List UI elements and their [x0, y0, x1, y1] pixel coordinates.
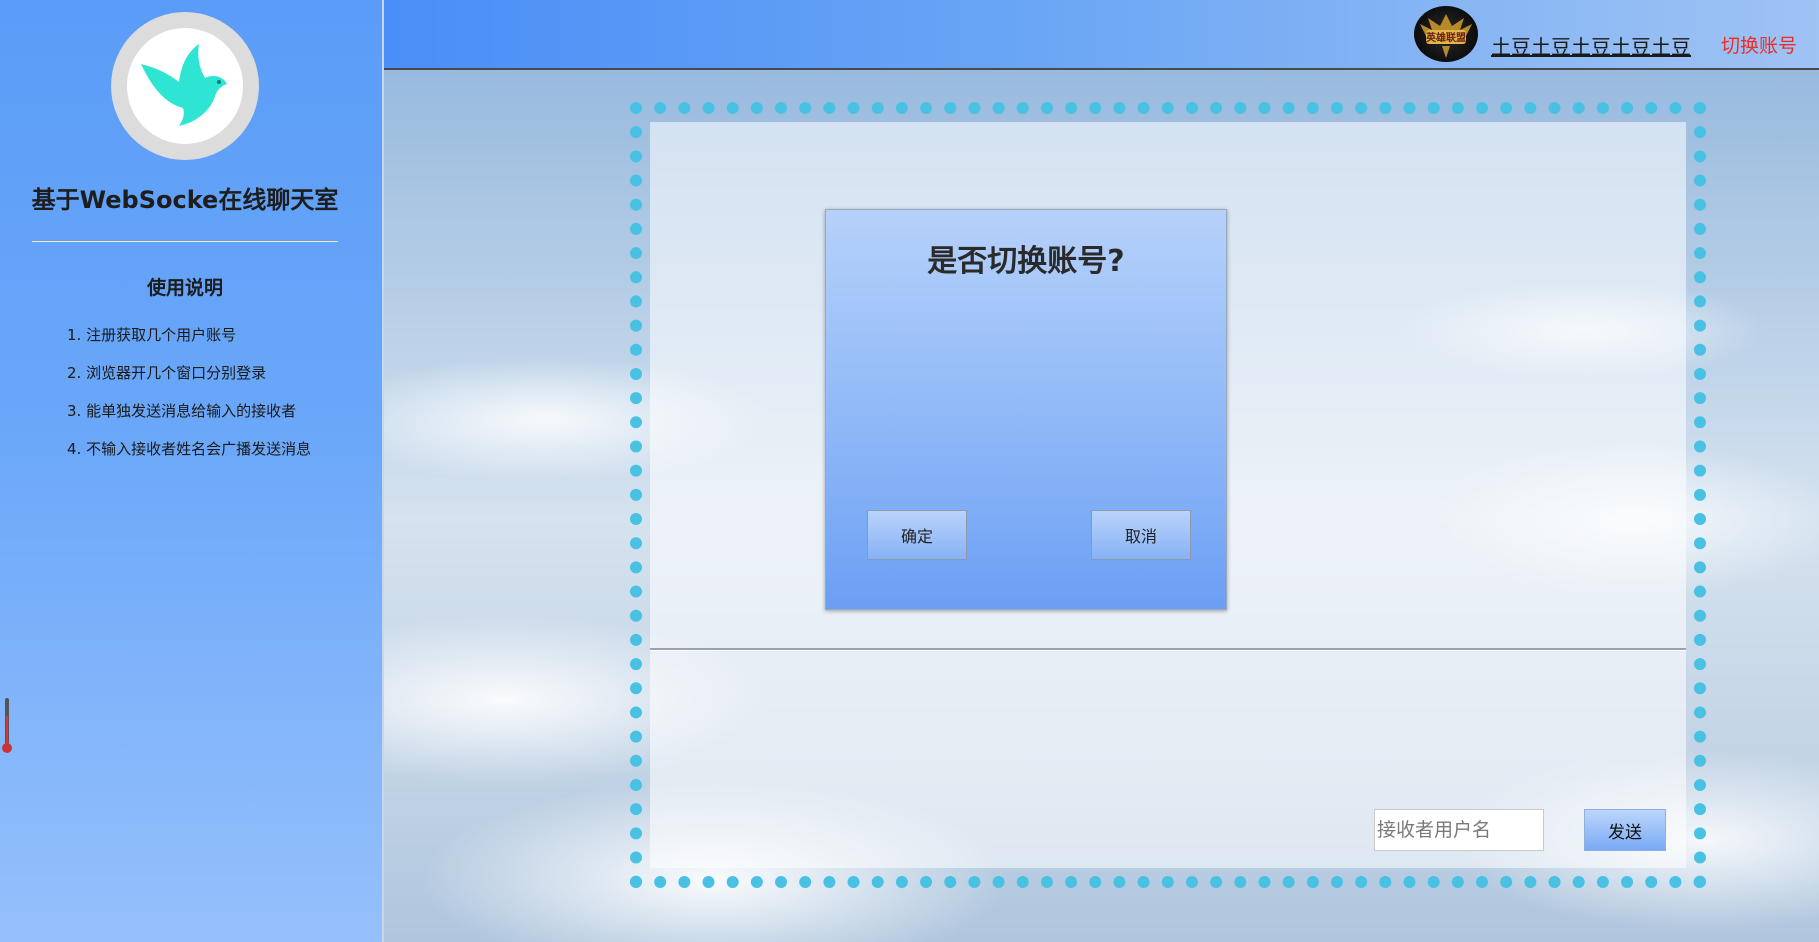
instructions-list: 1. 注册获取几个用户账号 2. 浏览器开几个窗口分别登录 3. 能单独发送消息… — [67, 324, 311, 476]
instruction-item: 1. 注册获取几个用户账号 — [67, 326, 237, 344]
instruction-item: 4. 不输入接收者姓名会广播发送消息 — [67, 440, 312, 458]
receiver-input[interactable] — [1374, 809, 1544, 851]
dove-icon — [141, 44, 227, 126]
sidebar: 基于WebSocke在线聊天室 使用说明 1. 注册获取几个用户账号 2. 浏览… — [0, 0, 384, 942]
instructions-heading: 使用说明 — [146, 277, 223, 299]
league-of-legends-avatar-icon[interactable]: 英雄联盟 — [1414, 6, 1478, 62]
current-username: 土豆土豆土豆土豆土豆 — [1491, 35, 1691, 59]
switch-account-dialog: 是否切换账号? 确定 取消 — [825, 209, 1227, 610]
app-title: 基于WebSocke在线聊天室 — [31, 186, 339, 214]
chat-divider — [650, 648, 1686, 651]
cancel-button[interactable]: 取消 — [1091, 510, 1191, 560]
main-area: 英雄联盟 土豆土豆土豆土豆土豆 切换账号 发送 是否切换账号? 确定 取消 — [384, 0, 1819, 942]
avatar-text: 英雄联盟 — [1425, 31, 1466, 44]
thermometer-icon — [2, 698, 12, 753]
send-button[interactable]: 发送 — [1584, 809, 1666, 851]
dialog-title: 是否切换账号? — [927, 244, 1125, 279]
logo-circle — [127, 28, 243, 144]
avatar-emblem-icon: 英雄联盟 — [1420, 14, 1472, 58]
top-bar: 英雄联盟 土豆土豆土豆土豆土豆 切换账号 — [384, 0, 1819, 70]
confirm-button[interactable]: 确定 — [867, 510, 967, 560]
logo — [111, 12, 259, 160]
instruction-item: 3. 能单独发送消息给输入的接收者 — [67, 402, 297, 420]
instruction-item: 2. 浏览器开几个窗口分别登录 — [67, 364, 267, 382]
title-divider — [32, 240, 338, 242]
switch-account-link[interactable]: 切换账号 — [1721, 31, 1797, 58]
app-root: 基于WebSocke在线聊天室 使用说明 1. 注册获取几个用户账号 2. 浏览… — [0, 0, 1819, 942]
